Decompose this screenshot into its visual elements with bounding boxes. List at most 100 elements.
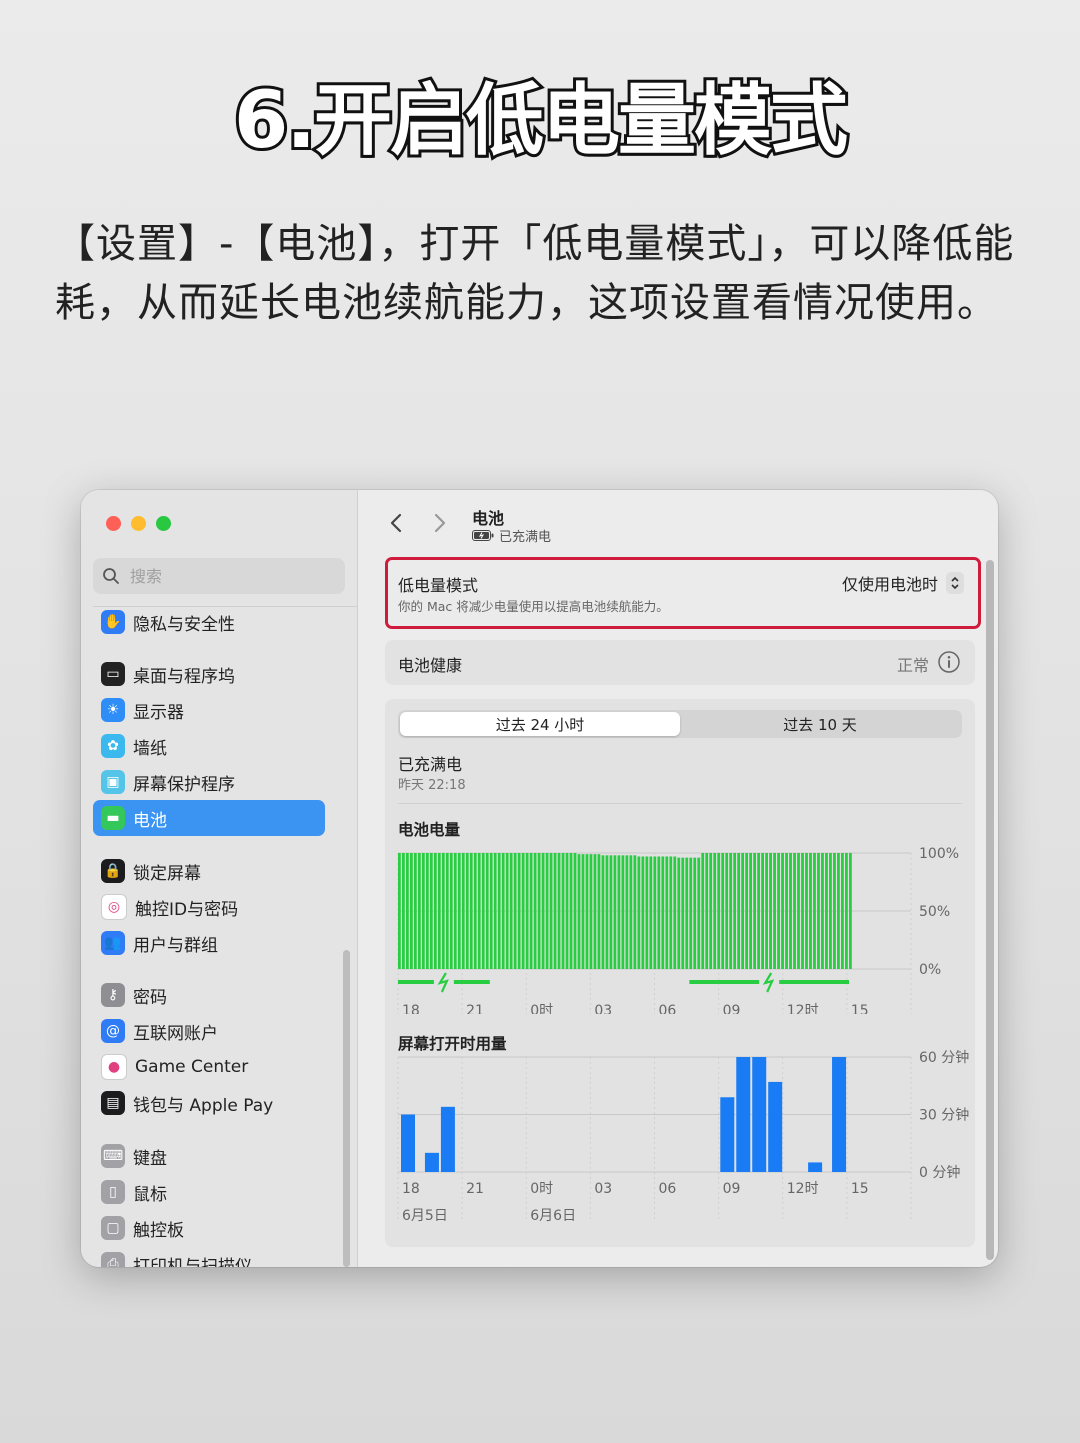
battery-bar — [421, 853, 425, 969]
sidebar-item-dock[interactable]: ▭ 桌面与程序坞 — [93, 656, 325, 692]
chevron-right-icon — [434, 513, 446, 533]
sidebar-item-mouse[interactable]: ▯ 鼠标 — [93, 1174, 325, 1210]
tab-last-24-hours[interactable]: 过去 24 小时 — [400, 712, 680, 736]
battery-bar — [417, 853, 421, 969]
sidebar-item-fingerprint[interactable]: ◎ 触控ID与密码 — [93, 889, 325, 925]
sidebar-item-label: 隐私与安全性 — [133, 614, 235, 635]
info-icon[interactable] — [937, 650, 961, 674]
time-range-segmented-control: 过去 24 小时 过去 10 天 — [398, 710, 962, 738]
screensaver-icon: ▣ — [101, 770, 125, 794]
back-button[interactable] — [384, 510, 408, 536]
game-center-icon: ● — [101, 1054, 127, 1080]
sidebar-item-users[interactable]: 👥 用户与群组 — [93, 925, 325, 961]
battery-bar — [477, 853, 481, 969]
sidebar-item-keyboard[interactable]: ⌨ 键盘 — [93, 1138, 325, 1174]
sidebar-item-label: 触控ID与密码 — [135, 899, 239, 920]
sidebar-item-sun[interactable]: ☀ 显示器 — [93, 692, 325, 728]
battery-bar — [549, 853, 553, 969]
date-label: 6月5日 — [402, 1208, 448, 1224]
main-scrollbar[interactable] — [986, 560, 994, 1260]
low-power-mode-select[interactable]: 仅使用电池时 — [842, 571, 964, 595]
battery-bar — [733, 853, 737, 969]
y-tick-label: 30 分钟 — [919, 1107, 969, 1124]
x-tick-label: 12时 — [787, 1181, 819, 1197]
battery-bar — [793, 853, 796, 969]
sidebar-item-key[interactable]: ⚷ 密码 — [93, 977, 325, 1013]
search-input[interactable] — [128, 565, 332, 587]
chevron-left-icon — [390, 513, 402, 533]
sidebar-item-at[interactable]: @ 互联网账户 — [93, 1013, 325, 1049]
sidebar-item-screensaver[interactable]: ▣ 屏幕保护程序 — [93, 764, 325, 800]
sidebar-item-game-center[interactable]: ● Game Center — [93, 1049, 325, 1085]
battery-bar — [581, 854, 585, 969]
battery-bar — [537, 853, 541, 969]
battery-bar — [557, 853, 561, 969]
sidebar-item-label: 钱包与 Apple Pay — [133, 1095, 274, 1116]
charging-bolt-icon — [437, 972, 449, 993]
x-tick-label: 15 — [851, 1003, 869, 1014]
battery-bar — [641, 856, 645, 969]
main-pane: 电池 已充满电 低电量模式 你的 Mac 将减少电量使用以提高电池续航能力。 仅… — [358, 490, 998, 1267]
sidebar-item-hand[interactable]: ✋ 隐私与安全性 — [93, 604, 325, 640]
at-icon: @ — [101, 1019, 125, 1043]
battery-bar — [753, 853, 757, 969]
y-tick-label: 50% — [919, 904, 950, 920]
up-down-chevron-icon — [946, 572, 964, 594]
battery-bar — [741, 853, 745, 969]
battery-bar — [573, 853, 577, 969]
usage-bar — [424, 1152, 439, 1172]
sidebar-item-label: 键盘 — [133, 1148, 167, 1169]
battery-icon: ▬ — [101, 806, 125, 830]
battery-health-row: 电池健康 正常 — [385, 640, 975, 685]
battery-bar — [849, 853, 852, 969]
sidebar-item-printer[interactable]: ⎙ 打印机与扫描仪 — [93, 1246, 325, 1267]
tab-last-10-days[interactable]: 过去 10 天 — [680, 712, 960, 736]
battery-level-chart: 100% 50% 0% 18 21 0时 03 06 09 12时 15 — [397, 846, 959, 1014]
settings-window: ✋ 隐私与安全性 ▭ 桌面与程序坞 ☀ 显示器 ✿ 墙纸 ▣ 屏幕保护程序 ▬ 电池 🔒 锁定屏幕 ◎ 触控I… — [81, 490, 998, 1267]
battery-bar — [509, 853, 513, 969]
charging-bolt-icon — [762, 972, 775, 993]
sidebar-item-label: 密码 — [133, 987, 167, 1008]
battery-bar — [445, 853, 449, 969]
y-tick-label: 100% — [919, 846, 959, 862]
divider — [398, 803, 962, 804]
sidebar-item-battery[interactable]: ▬ 电池 — [93, 800, 325, 836]
battery-bar — [609, 855, 613, 969]
sidebar-item-flower[interactable]: ✿ 墙纸 — [93, 728, 325, 764]
y-tick-label: 0% — [919, 962, 941, 978]
battery-bar — [813, 853, 816, 969]
sidebar-item-wallet[interactable]: ▤ 钱包与 Apple Pay — [93, 1085, 325, 1121]
battery-bar — [653, 856, 657, 969]
battery-bar — [789, 853, 792, 969]
battery-bar — [629, 855, 633, 969]
sidebar-scrollbar[interactable] — [343, 950, 350, 1267]
x-tick-label: 06 — [659, 1181, 677, 1197]
charge-time: 昨天 22:18 — [398, 778, 466, 793]
battery-bar — [721, 853, 725, 969]
sidebar-item-label: 屏幕保护程序 — [133, 774, 235, 795]
battery-bar — [493, 853, 497, 969]
close-button[interactable] — [106, 516, 121, 531]
battery-bar — [597, 854, 601, 969]
x-tick-label: 03 — [594, 1181, 612, 1197]
zoom-button[interactable] — [156, 516, 171, 531]
x-tick-label: 15 — [851, 1181, 869, 1197]
battery-level-chart-title: 电池电量 — [398, 821, 461, 839]
battery-bar — [481, 853, 485, 969]
forward-button[interactable] — [428, 510, 452, 536]
sidebar: ✋ 隐私与安全性 ▭ 桌面与程序坞 ☀ 显示器 ✿ 墙纸 ▣ 屏幕保护程序 ▬ 电池 🔒 锁定屏幕 ◎ 触控I… — [81, 490, 358, 1267]
low-power-mode-label: 低电量模式 — [398, 576, 479, 595]
battery-bar — [545, 853, 549, 969]
low-power-mode-value: 仅使用电池时 — [841, 575, 938, 594]
sidebar-item-lock[interactable]: 🔒 锁定屏幕 — [93, 853, 325, 889]
battery-bar — [697, 857, 701, 969]
battery-bar — [797, 853, 800, 969]
battery-bar — [473, 853, 477, 969]
battery-bar — [605, 855, 609, 969]
sun-icon: ☀ — [101, 698, 125, 722]
sidebar-item-label: 互联网账户 — [133, 1023, 218, 1044]
search-field[interactable] — [93, 558, 345, 594]
battery-bar — [398, 853, 401, 969]
sidebar-item-trackpad[interactable]: ▢ 触控板 — [93, 1210, 325, 1246]
minimize-button[interactable] — [131, 516, 146, 531]
